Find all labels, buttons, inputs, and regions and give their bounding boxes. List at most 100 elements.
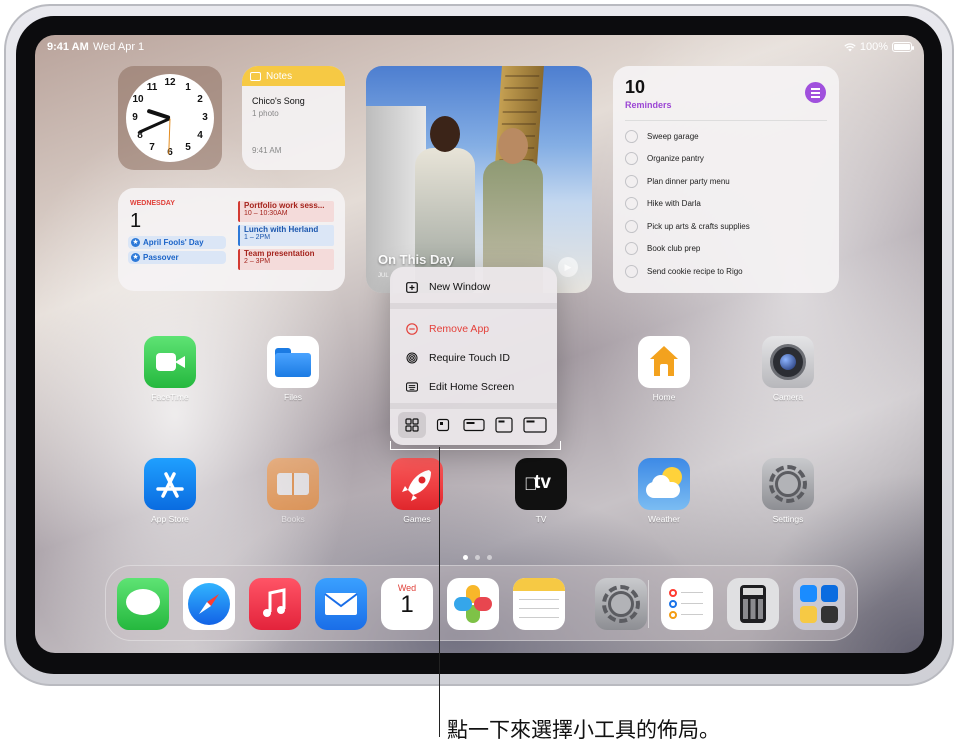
size-small-button[interactable] — [429, 412, 457, 438]
event-title: Team presentation — [244, 249, 315, 258]
notes-icon — [250, 71, 261, 81]
home-screen: 9:41 AM Wed Apr 1 100% 12 1 2 3 4 5 6 7 … — [35, 35, 924, 653]
app-settings[interactable]: Settings — [753, 458, 823, 524]
extra-large-widget-icon — [523, 417, 547, 433]
messages-icon[interactable] — [117, 578, 169, 630]
app-games[interactable]: Games — [382, 458, 452, 524]
page-dot — [487, 555, 492, 560]
star-icon: ★ — [131, 253, 140, 262]
widget-size-picker — [398, 411, 549, 439]
reminders-widget[interactable]: 10 Reminders Sweep garage Organize pantr… — [613, 66, 839, 293]
callout-bracket — [390, 441, 561, 450]
reminder-item[interactable]: Send cookie recipe to Rigo — [625, 265, 743, 278]
calendar-widget[interactable]: WEDNESDAY 1 ★ April Fools' Day ★ Passove… — [118, 188, 345, 291]
require-touch-id-menu-item[interactable]: Require Touch ID — [390, 347, 557, 369]
clock-num-3: 3 — [202, 112, 208, 123]
edit-home-screen-menu-item[interactable]: Edit Home Screen — [390, 376, 557, 398]
notes-widget[interactable]: Notes Chico's Song 1 photo 9:41 AM — [242, 66, 345, 170]
reminder-item[interactable]: Hike with Darla — [625, 197, 701, 210]
photos-icon[interactable] — [447, 578, 499, 630]
app-label: FaceTime — [151, 392, 189, 402]
house-icon — [638, 336, 690, 388]
dock-calendar-number: 1 — [400, 591, 414, 618]
note-subtitle: 1 photo — [252, 109, 279, 118]
reminder-item[interactable]: Plan dinner party menu — [625, 175, 730, 188]
notes-header-label: Notes — [266, 70, 293, 82]
calendar-weekday: WEDNESDAY — [130, 200, 175, 207]
clock-widget[interactable]: 12 1 2 3 4 5 6 7 8 9 10 11 — [118, 66, 222, 170]
calendar-day-number: 1 — [130, 210, 142, 232]
app-home[interactable]: Home — [629, 336, 699, 402]
reminder-label: Hike with Darla — [647, 199, 701, 208]
page-dot — [463, 555, 468, 560]
size-large-button[interactable] — [490, 412, 518, 438]
settings-gear-icon[interactable] — [595, 578, 647, 630]
music-icon[interactable] — [249, 578, 301, 630]
reminder-item[interactable]: Pick up arts & crafts supplies — [625, 220, 750, 233]
remove-app-menu-item[interactable]: Remove App — [390, 318, 557, 340]
dock: Wed 1 — [105, 565, 858, 641]
checkbox-icon[interactable] — [625, 242, 638, 255]
photos-widget[interactable]: On This Day JUL ▶ — [366, 66, 592, 293]
play-icon[interactable]: ▶ — [558, 257, 578, 277]
status-right: 100% — [844, 41, 914, 53]
reminder-item[interactable]: Sweep garage — [625, 130, 699, 143]
app-camera[interactable]: Camera — [753, 336, 823, 402]
page-indicator[interactable] — [463, 555, 492, 560]
event-time: 2 – 3PM — [244, 258, 271, 265]
list-icon[interactable] — [805, 82, 826, 103]
wifi-icon — [844, 42, 856, 51]
app-label: Files — [284, 392, 302, 402]
clock-num-7: 7 — [149, 142, 155, 153]
callout-line — [439, 447, 440, 737]
new-window-label: New Window — [429, 281, 491, 293]
all-day-event-label: Passover — [143, 253, 179, 262]
size-small-grid-button[interactable] — [398, 412, 426, 438]
checkbox-icon[interactable] — [625, 152, 638, 165]
checkbox-icon[interactable] — [625, 130, 638, 143]
app-files[interactable]: Files — [258, 336, 328, 402]
app-books[interactable]: Books — [258, 458, 328, 524]
reminders-app-icon[interactable] — [661, 578, 713, 630]
app-facetime[interactable]: FaceTime — [135, 336, 205, 402]
checkbox-icon[interactable] — [625, 197, 638, 210]
clock-num-6: 6 — [167, 147, 173, 158]
medium-widget-icon — [462, 418, 485, 432]
menu-separator — [390, 303, 557, 309]
minus-circle-icon — [406, 323, 418, 335]
clock-num-2: 2 — [197, 94, 203, 105]
clock-num-9: 9 — [132, 112, 138, 123]
checkbox-icon[interactable] — [625, 265, 638, 278]
size-extra-large-button[interactable] — [521, 412, 549, 438]
dock-divider — [648, 580, 649, 628]
app-tv[interactable]:  tv TV — [506, 458, 576, 524]
calculator-icon[interactable] — [727, 578, 779, 630]
photo-subtitle: JUL — [378, 273, 389, 279]
small-grid-icon — [405, 418, 419, 432]
checkbox-icon[interactable] — [625, 220, 638, 233]
clock-num-4: 4 — [197, 130, 203, 141]
rocket-icon — [391, 458, 443, 510]
mail-icon[interactable] — [315, 578, 367, 630]
app-app-store[interactable]: App Store — [135, 458, 205, 524]
reminder-label: Book club prep — [647, 244, 701, 253]
notes-app-icon[interactable] — [513, 578, 565, 630]
calendar-event: Team presentation 2 – 3PM — [238, 249, 334, 270]
reminders-title: Reminders — [625, 100, 672, 110]
app-library-icon[interactable] — [793, 578, 845, 630]
safari-icon[interactable] — [183, 578, 235, 630]
star-icon: ★ — [131, 238, 140, 247]
app-weather[interactable]: Weather — [629, 458, 699, 524]
new-window-menu-item[interactable]: New Window — [390, 276, 557, 298]
reminder-item[interactable]: Organize pantry — [625, 152, 704, 165]
app-label: Books — [281, 514, 305, 524]
reminders-count: 10 — [625, 77, 646, 97]
size-medium-button[interactable] — [460, 412, 488, 438]
remove-app-label: Remove App — [429, 323, 490, 335]
reminder-label: Plan dinner party menu — [647, 177, 730, 186]
reminder-item[interactable]: Book club prep — [625, 242, 700, 255]
keyboard-icon — [406, 381, 418, 393]
checkbox-icon[interactable] — [625, 175, 638, 188]
all-day-event-label: April Fools' Day — [143, 238, 204, 247]
calendar-icon[interactable]: Wed 1 — [381, 578, 433, 630]
